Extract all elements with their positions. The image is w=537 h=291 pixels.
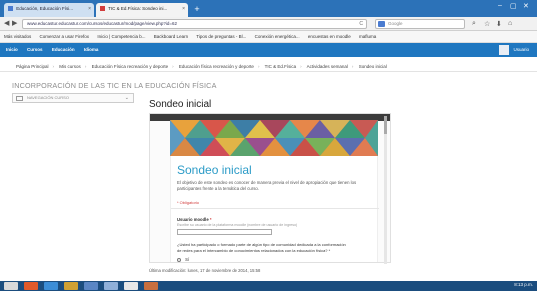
- divider: [171, 208, 379, 209]
- page-title: Sondeo inicial: [149, 99, 212, 110]
- breadcrumb-item[interactable]: Actividades semanal: [307, 64, 348, 69]
- bookmark-item[interactable]: Inicio | Competencia b...: [97, 34, 145, 39]
- breadcrumb-item[interactable]: Educación física recreación y deporte: [179, 64, 254, 69]
- minimize-icon[interactable]: –: [498, 2, 502, 9]
- address-bar[interactable]: www.educastur.educastur.com/cursos/educa…: [22, 19, 367, 29]
- navigation-toolbar: ◀ ▶ www.educastur.educastur.com/cursos/e…: [0, 17, 537, 31]
- maximize-icon[interactable]: ▢: [510, 2, 517, 10]
- clock: 8:13 p.m.: [514, 282, 533, 287]
- user-menu[interactable]: Usuario: [499, 45, 529, 55]
- user-name: Usuario: [513, 47, 529, 53]
- home-icon[interactable]: ⌂: [508, 20, 512, 27]
- course-title: INCORPORACIÓN DE LAS TIC EN LA EDUCACIÓN…: [12, 81, 217, 90]
- taskbar-app[interactable]: [44, 282, 58, 290]
- browser-tab-bar: Educación, Educación Físi... × TIC & Ed.…: [0, 0, 537, 17]
- avatar: [499, 45, 510, 55]
- site-nav-links: Inicio Cursos Educación Idioma: [6, 47, 106, 52]
- close-icon[interactable]: ×: [88, 6, 91, 12]
- page-icon: [100, 6, 105, 11]
- bookmark-item[interactable]: Backboard Learn: [154, 34, 188, 39]
- breadcrumb-item: Sondeo inicial: [358, 64, 387, 69]
- back-icon[interactable]: ◀: [4, 19, 9, 27]
- question-label: ¿Usted ha participado o formado parte de…: [177, 242, 346, 253]
- mosaic-pattern-image: [170, 120, 378, 156]
- bookmark-item[interactable]: mafluma: [359, 34, 376, 39]
- breadcrumb-item[interactable]: Página Principal: [16, 64, 49, 69]
- url-text: www.educastur.educastur.com/cursos/educa…: [27, 21, 177, 26]
- search-engine-icon: [378, 21, 385, 27]
- close-icon[interactable]: ×: [182, 6, 185, 12]
- breadcrumb-item[interactable]: Educación Física recreación y deporte: [92, 64, 169, 69]
- reload-icon[interactable]: C: [359, 20, 363, 28]
- nav-item[interactable]: Inicio: [6, 47, 18, 52]
- question-help: Escribe su usuario de la plataforma mood…: [177, 223, 298, 227]
- star-icon[interactable]: ☆: [484, 20, 490, 28]
- site-navbar: Inicio Cursos Educación Idioma Usuario: [0, 43, 537, 57]
- navigation-select[interactable]: NAVEGACIÓN CURSO ⌄: [12, 93, 134, 103]
- page-icon: [8, 6, 13, 11]
- browser-tab-1[interactable]: Educación, Educación Físi... ×: [4, 3, 94, 17]
- form-header-image: [170, 120, 378, 156]
- radio-icon[interactable]: [177, 258, 181, 262]
- nav-item[interactable]: Cursos: [27, 47, 43, 52]
- taskbar-app[interactable]: [144, 282, 158, 290]
- breadcrumb-item[interactable]: Mis cursos: [59, 64, 81, 69]
- username-field[interactable]: [177, 229, 272, 235]
- select-value: NAVEGACIÓN CURSO: [27, 95, 69, 100]
- form-description: El objetivo de este sondeo es conocer de…: [177, 180, 357, 191]
- browser-tab-2[interactable]: TIC & Ed.Física: Sondeo ini... ×: [96, 3, 188, 17]
- start-button[interactable]: [4, 282, 18, 290]
- form-card: Sondeo inicial El objetivo de este sonde…: [170, 156, 379, 262]
- bookmarks-bar: Más visitados Comenzar a usar Firefox In…: [0, 31, 537, 43]
- frame-scrollbar[interactable]: [384, 116, 387, 264]
- question-label: Usuario moodle *: [177, 217, 212, 222]
- taskbar-app[interactable]: [124, 282, 138, 290]
- close-window-icon[interactable]: ✕: [523, 2, 529, 10]
- breadcrumb: Página Principal › Mis cursos › Educación …: [0, 62, 537, 72]
- radio-option[interactable]: Sí: [177, 257, 189, 262]
- nav-item[interactable]: Educación: [52, 47, 75, 52]
- form-title: Sondeo inicial: [177, 163, 252, 177]
- taskbar-app[interactable]: [104, 282, 118, 290]
- bookmark-item[interactable]: Comenzar a usar Firefox: [40, 34, 90, 39]
- required-note: * Obligatorio: [177, 200, 200, 205]
- radio-label: Sí: [185, 257, 190, 262]
- scrollbar-thumb[interactable]: [384, 116, 387, 134]
- bookmark-item[interactable]: Conexión energética...: [255, 34, 300, 39]
- search-input[interactable]: Google: [375, 19, 465, 29]
- tab-label: TIC & Ed.Física: Sondeo ini...: [108, 6, 168, 11]
- forward-icon[interactable]: ▶: [12, 19, 17, 27]
- bookmark-item[interactable]: Más visitados: [4, 34, 31, 39]
- bookmark-item[interactable]: encuestas en moodle: [308, 34, 351, 39]
- search-icon[interactable]: ⌕: [472, 20, 476, 28]
- embedded-form-frame[interactable]: Sondeo inicial El objetivo de este sonde…: [149, 113, 391, 263]
- taskbar-app[interactable]: [64, 282, 78, 290]
- chevron-down-icon: ⌄: [124, 95, 129, 101]
- new-tab-button[interactable]: +: [192, 4, 202, 14]
- breadcrumb-item[interactable]: TIC & Ed.Física: [265, 64, 297, 69]
- taskbar: 8:13 p.m.: [0, 281, 537, 291]
- nav-item[interactable]: Idioma: [84, 47, 99, 52]
- search-placeholder: Google: [388, 21, 403, 26]
- download-icon[interactable]: ⬇: [496, 20, 502, 28]
- tab-label: Educación, Educación Físi...: [16, 6, 74, 11]
- last-modified: Última modificación: lunes, 17 de noviem…: [149, 268, 261, 273]
- bookmark-item[interactable]: Tipos de preguntas - Bl...: [196, 34, 246, 39]
- taskbar-app[interactable]: [24, 282, 38, 290]
- taskbar-app[interactable]: [84, 282, 98, 290]
- menu-icon: [16, 96, 23, 101]
